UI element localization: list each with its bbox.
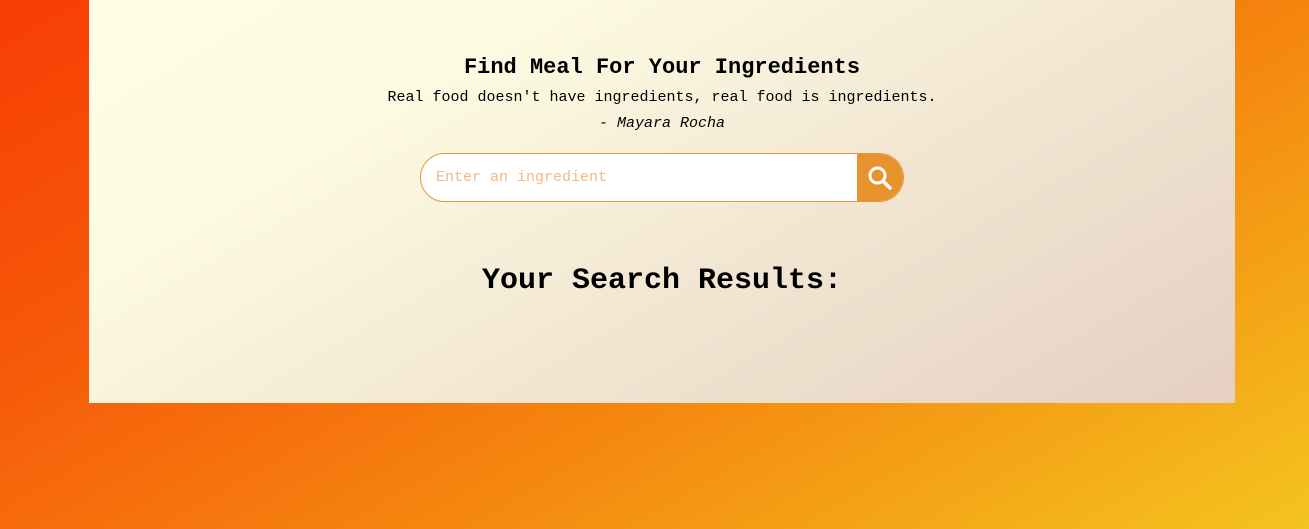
- search-input[interactable]: [421, 154, 857, 201]
- author-prefix: -: [598, 115, 617, 132]
- quote-text: Real food doesn't have ingredients, real…: [387, 89, 937, 106]
- results-heading: Your Search Results:: [481, 264, 843, 298]
- quote-author: - Mayara Rocha: [89, 115, 1235, 133]
- search-button[interactable]: [857, 154, 903, 201]
- search-bar: [420, 153, 904, 202]
- author-name: Mayara Rocha: [616, 115, 726, 132]
- main-panel: Find Meal For Your Ingredients Real food…: [89, 0, 1235, 403]
- page-title: Find Meal For Your Ingredients: [463, 55, 861, 80]
- search-icon: [868, 166, 892, 190]
